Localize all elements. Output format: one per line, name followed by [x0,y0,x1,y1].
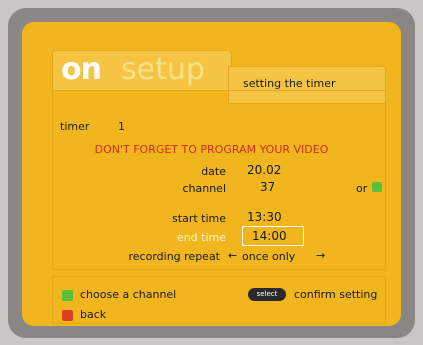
logo-on-text: on [61,52,102,87]
tv-frame: on setup setting the timer timer 1 DON'T… [8,8,415,338]
red-key-icon[interactable] [62,310,73,321]
channel-value[interactable]: 37 [260,180,275,194]
green-key-icon[interactable] [62,290,73,301]
or-label: or [356,182,368,195]
timer-label: timer [60,120,90,133]
green-button-icon[interactable] [372,182,382,192]
recording-repeat-value[interactable]: once only [242,250,295,263]
end-time-label: end time [176,231,226,244]
on-setup-logo: on setup [52,50,232,90]
end-time-value[interactable]: 14:00 [252,229,287,243]
logo-setup-text: setup [121,52,205,87]
date-label: date [201,165,226,178]
start-time-value[interactable]: 13:30 [247,210,282,224]
date-value[interactable]: 20.02 [247,163,281,177]
choose-channel-label: choose a channel [80,288,177,301]
select-button[interactable]: select [248,288,286,301]
setup-screen: on setup setting the timer timer 1 DON'T… [22,22,401,326]
timer-number: 1 [118,120,125,133]
page-title: setting the timer [243,77,336,90]
channel-label: channel [182,182,226,195]
recording-repeat-label: recording repeat [128,250,221,263]
back-label: back [80,308,107,321]
confirm-setting-label: confirm setting [294,288,378,301]
arrow-left-icon[interactable]: ← [228,249,237,262]
start-time-label: start time [172,212,226,225]
warning-message: DON'T FORGET TO PROGRAM YOUR VIDEO [94,143,329,156]
arrow-right-icon[interactable]: → [316,249,325,262]
